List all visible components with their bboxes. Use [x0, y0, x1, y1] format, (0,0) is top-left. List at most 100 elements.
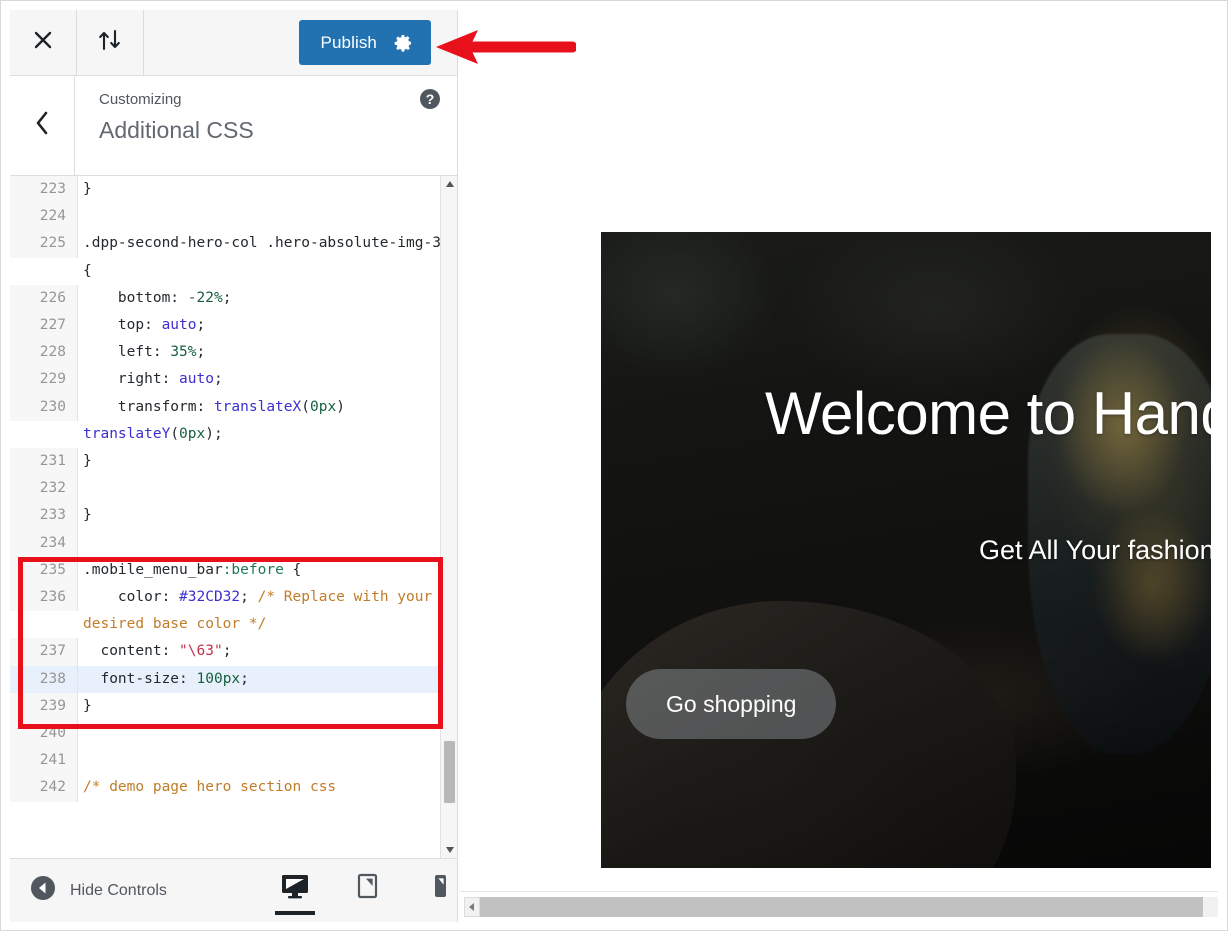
- line-number: 227: [10, 312, 78, 340]
- svg-text:?: ?: [426, 91, 435, 107]
- code-token: left:: [83, 344, 171, 361]
- code-line-text[interactable]: font-size: 100px;: [78, 665, 457, 693]
- code-line[interactable]: 225 .dpp-second-hero-col .hero-absolute-i…: [10, 230, 457, 284]
- code-line-text[interactable]: right: auto;: [78, 366, 457, 393]
- code-line-text[interactable]: left: 35%;: [78, 339, 457, 366]
- code-token: ;: [196, 344, 206, 361]
- code-token: #32CD32: [179, 589, 241, 606]
- line-number: 237: [10, 638, 78, 666]
- editor-scrollbar-thumb[interactable]: [444, 741, 455, 803]
- horizontal-scroll-track[interactable]: [480, 897, 1218, 917]
- save-status-button[interactable]: [77, 10, 144, 75]
- code-token: ;: [240, 589, 258, 606]
- code-line-text[interactable]: content: "\63";: [78, 638, 457, 665]
- page-title: Additional CSS: [99, 116, 254, 143]
- scroll-down-arrow-icon[interactable]: [441, 842, 457, 858]
- code-line-text[interactable]: [78, 747, 457, 774]
- code-token: color:: [83, 589, 180, 606]
- line-number: 226: [10, 284, 78, 313]
- code-token: (: [301, 398, 310, 415]
- code-line-text[interactable]: }: [78, 693, 457, 720]
- device-mobile-button[interactable]: [416, 859, 462, 923]
- code-line-text[interactable]: }: [78, 176, 457, 203]
- back-button[interactable]: [10, 76, 75, 175]
- code-token: auto: [179, 371, 214, 388]
- close-customizer-button[interactable]: [10, 10, 77, 75]
- hero-content: Welcome to Hand Get All Your fashion St …: [601, 232, 1211, 868]
- code-token: -22%: [187, 289, 223, 306]
- code-token: translateX: [213, 398, 302, 415]
- code-token: .dpp-second-hero-col .hero-absolute-img-…: [83, 235, 441, 279]
- code-line[interactable]: 235 .mobile_menu_bar:before {: [10, 556, 457, 585]
- code-line[interactable]: 223}: [10, 176, 457, 204]
- code-line[interactable]: 230 transform: translateX(0px) translate…: [10, 393, 457, 448]
- go-shopping-button[interactable]: Go shopping: [626, 669, 837, 739]
- code-line-text[interactable]: .dpp-second-hero-col .hero-absolute-img-…: [78, 230, 457, 284]
- code-token: 0px: [179, 425, 206, 442]
- preview-horizontal-scrollbar[interactable]: [459, 891, 1218, 922]
- code-line[interactable]: 240: [10, 720, 457, 748]
- scroll-up-arrow-icon[interactable]: [441, 176, 457, 192]
- editor-vertical-scrollbar[interactable]: [440, 176, 457, 858]
- code-token: .mobile_menu_bar: [83, 561, 223, 578]
- code-line[interactable]: 226 bottom: -22%;: [10, 284, 457, 313]
- site-preview-pane: Welcome to Hand Get All Your fashion St …: [459, 10, 1218, 922]
- code-token: right:: [83, 371, 180, 388]
- code-token: ): [336, 398, 354, 415]
- scroll-left-arrow-icon[interactable]: [464, 897, 480, 917]
- code-line[interactable]: 234: [10, 529, 457, 557]
- code-line-text[interactable]: .mobile_menu_bar:before {: [78, 557, 457, 584]
- horizontal-scroll-thumb[interactable]: [480, 897, 1204, 917]
- gear-icon[interactable]: [393, 33, 413, 53]
- help-circle-icon[interactable]: ?: [419, 88, 441, 115]
- line-number: 234: [10, 529, 78, 557]
- code-line[interactable]: 238 font-size: 100px;: [10, 665, 457, 693]
- customizer-panel: Publish Customizing Additional CSS ? 223…: [10, 10, 458, 922]
- publish-button[interactable]: Publish: [298, 20, 431, 65]
- code-line-text[interactable]: bottom: -22%;: [78, 285, 457, 312]
- line-number: 230: [10, 393, 78, 421]
- code-line[interactable]: 236 color: #32CD32; /* Replace with your…: [10, 584, 457, 638]
- code-line[interactable]: 224: [10, 203, 457, 231]
- code-line[interactable]: 231}: [10, 448, 457, 476]
- code-token: ;: [222, 643, 232, 660]
- code-line-text[interactable]: }: [78, 448, 457, 475]
- code-line-text[interactable]: top: auto;: [78, 312, 457, 339]
- code-line[interactable]: 232: [10, 475, 457, 503]
- code-token: content:: [83, 643, 180, 660]
- code-line[interactable]: 229 right: auto;: [10, 366, 457, 394]
- code-line[interactable]: 239}: [10, 692, 457, 721]
- hide-controls-button[interactable]: Hide Controls: [10, 875, 167, 906]
- line-number: 238: [10, 665, 78, 693]
- code-line-text[interactable]: }: [78, 502, 457, 529]
- publish-button-label: Publish: [320, 33, 377, 52]
- code-line[interactable]: 242 /* demo page hero section css: [10, 774, 457, 802]
- preview-canvas: Welcome to Hand Get All Your fashion St …: [459, 10, 1218, 891]
- code-line[interactable]: 227 top: auto;: [10, 312, 457, 340]
- code-line[interactable]: 237 content: "\63";: [10, 638, 457, 666]
- code-line[interactable]: 241: [10, 747, 457, 775]
- close-icon: [32, 29, 54, 56]
- code-line-text[interactable]: /* demo page hero section css: [78, 774, 457, 801]
- code-line-text[interactable]: color: #32CD32; /* Replace with your des…: [78, 584, 457, 638]
- code-token: {: [283, 561, 302, 578]
- code-line[interactable]: 228 left: 35%;: [10, 339, 457, 367]
- code-token: }: [83, 181, 92, 197]
- device-tablet-button[interactable]: [344, 859, 390, 923]
- device-desktop-button[interactable]: [272, 859, 318, 923]
- code-line-text[interactable]: [78, 475, 457, 502]
- code-line-text[interactable]: [78, 720, 457, 747]
- additional-css-editor-wrap: 223} 224 225 .dpp-second-hero-col .hero-ab…: [10, 176, 457, 858]
- code-token: 0px: [310, 398, 337, 415]
- code-line-text[interactable]: transform: translateX(0px) translateY(0p…: [78, 394, 457, 448]
- code-token: ;: [240, 670, 249, 687]
- line-number: 241: [10, 747, 78, 775]
- customizer-footer: Hide Controls: [10, 858, 457, 922]
- code-token: /* demo page hero section css: [83, 779, 337, 796]
- code-line-text[interactable]: [78, 203, 457, 230]
- code-line[interactable]: 233}: [10, 502, 457, 530]
- device-preview-group: [272, 859, 462, 923]
- additional-css-editor[interactable]: 223} 224 225 .dpp-second-hero-col .hero-ab…: [10, 176, 457, 858]
- section-titles: Customizing Additional CSS ?: [75, 76, 457, 175]
- code-line-text[interactable]: [78, 530, 457, 557]
